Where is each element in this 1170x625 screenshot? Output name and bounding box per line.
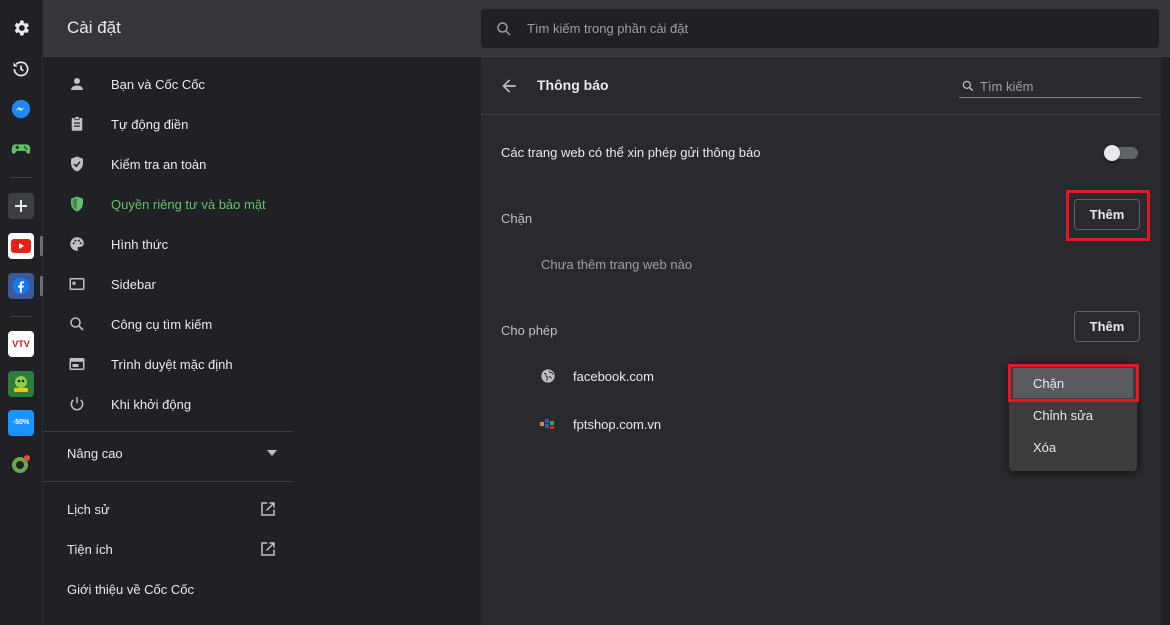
sidebar-item-about[interactable]: Giới thiệu về Cốc Cốc: [67, 579, 194, 599]
vtv-label: VTV: [12, 338, 30, 349]
history-icon[interactable]: [8, 56, 34, 82]
open-external-icon[interactable]: [259, 500, 277, 518]
sidebar-item-label: Khi khởi động: [111, 396, 192, 412]
sidebar-item-you-and-coccoc[interactable]: Bạn và Cốc Cốc: [67, 72, 205, 96]
chevron-down-icon: [267, 450, 277, 456]
vtv-go-icon[interactable]: VTV: [8, 331, 34, 357]
sidebar-item-label: Giới thiệu về Cốc Cốc: [67, 581, 195, 597]
add-icon[interactable]: [8, 193, 34, 219]
search-icon: [67, 314, 87, 334]
advanced-label: Nâng cao: [67, 445, 123, 461]
fptshop-favicon-icon: [539, 415, 557, 433]
sidebar-divider: [43, 431, 293, 432]
sidebar-item-default-browser[interactable]: Trình duyệt mặc định: [67, 352, 233, 376]
panel-search-input[interactable]: [980, 78, 1130, 94]
shield-icon: [67, 194, 87, 214]
back-arrow-icon[interactable]: [499, 76, 519, 96]
scrollbar[interactable]: [1161, 57, 1170, 625]
rail-divider: [10, 316, 32, 317]
sidebar-item-privacy-security[interactable]: Quyền riêng tư và bảo mật: [67, 192, 266, 216]
sidebar-item-label: Quyền riêng tư và bảo mật: [111, 196, 266, 212]
globe-icon: [539, 367, 557, 385]
search-input[interactable]: [527, 21, 1087, 36]
annotation-highlight: [1066, 190, 1150, 241]
page-title: Cài đặt: [67, 18, 121, 37]
sidebar-item-extensions[interactable]: Tiện ích: [67, 539, 113, 559]
block-empty-message: Chưa thêm trang web nào: [541, 257, 693, 272]
ask-permission-toggle[interactable]: [1104, 145, 1138, 161]
sidebar-advanced-toggle[interactable]: Nâng cao: [67, 443, 277, 463]
settings-sidebar: Bạn và Cốc Cốc Tự động điền Kiểm tra an …: [43, 57, 481, 625]
youtube-icon[interactable]: [8, 233, 34, 259]
game-app-icon[interactable]: [8, 371, 34, 397]
gamepad-icon[interactable]: [8, 136, 34, 162]
browser-icon: [67, 354, 87, 374]
ask-permission-label: Các trang web có thể xin phép gửi thông …: [501, 145, 761, 160]
search-icon: [962, 80, 974, 92]
search-icon: [497, 21, 511, 36]
allow-add-button[interactable]: Thêm: [1074, 311, 1140, 342]
app-rail: VTV -50%: [0, 0, 43, 625]
annotation-highlight: [1008, 364, 1139, 402]
power-icon: [67, 394, 87, 414]
sidebar-divider: [43, 481, 293, 482]
sidebar-item-label: Tự động điền: [111, 116, 189, 132]
tiki-badge: -50%: [12, 419, 30, 426]
sidebar-item-label: Sidebar: [111, 276, 156, 292]
sidebar-item-history[interactable]: Lịch sử: [67, 499, 110, 519]
sidebar-item-label: Bạn và Cốc Cốc: [111, 76, 205, 92]
person-icon: [67, 74, 87, 94]
cococ-icon[interactable]: [8, 451, 34, 477]
sidebar-item-label: Công cụ tìm kiếm: [111, 316, 213, 332]
tiki-icon[interactable]: -50%: [8, 410, 34, 436]
allowed-site-row: fptshop.com.vn: [539, 413, 661, 435]
panel-title: Thông báo: [537, 77, 609, 93]
palette-icon: [67, 234, 87, 254]
sidebar-item-appearance[interactable]: Hình thức: [67, 232, 168, 256]
sidebar-item-search-engine[interactable]: Công cụ tìm kiếm: [67, 312, 212, 336]
sidebar-item-label: Hình thức: [111, 236, 169, 252]
site-name: facebook.com: [573, 368, 654, 384]
settings-icon[interactable]: [8, 15, 34, 41]
sidebar-item-label: Trình duyệt mặc định: [111, 356, 233, 372]
facebook-icon[interactable]: [8, 273, 34, 299]
sidebar-item-label: Lịch sử: [67, 501, 110, 517]
site-name: fptshop.com.vn: [573, 416, 662, 432]
settings-header: Cài đặt: [43, 0, 1170, 57]
menu-item-remove[interactable]: Xóa: [1009, 432, 1137, 462]
sidebar-item-on-startup[interactable]: Khi khởi động: [67, 392, 191, 416]
block-section-title: Chặn: [501, 211, 533, 226]
allow-section-title: Cho phép: [501, 323, 558, 338]
settings-search[interactable]: [481, 9, 1159, 48]
sidebar-item-label: Kiểm tra an toàn: [111, 156, 207, 172]
sidebar-item-sidebar[interactable]: Sidebar: [67, 272, 156, 296]
panel-search[interactable]: [959, 75, 1141, 98]
sidebar-item-safety-check[interactable]: Kiểm tra an toàn: [67, 152, 206, 176]
sidebar-item-autofill[interactable]: Tự động điền: [67, 112, 188, 136]
panel-header: Thông báo: [481, 57, 1161, 115]
open-external-icon[interactable]: [259, 540, 277, 558]
notifications-panel: Thông báo Các trang web có thể xin phép …: [481, 57, 1161, 625]
sidebar-item-label: Tiện ích: [67, 541, 113, 557]
toggle-knob: [1104, 145, 1120, 161]
messenger-icon[interactable]: [8, 96, 34, 122]
sidebar-icon: [67, 274, 87, 294]
allowed-site-row: facebook.com: [539, 365, 654, 387]
menu-item-edit[interactable]: Chỉnh sửa: [1009, 400, 1137, 430]
shield-check-icon: [67, 154, 87, 174]
rail-divider: [10, 177, 32, 178]
clipboard-icon: [67, 114, 87, 134]
